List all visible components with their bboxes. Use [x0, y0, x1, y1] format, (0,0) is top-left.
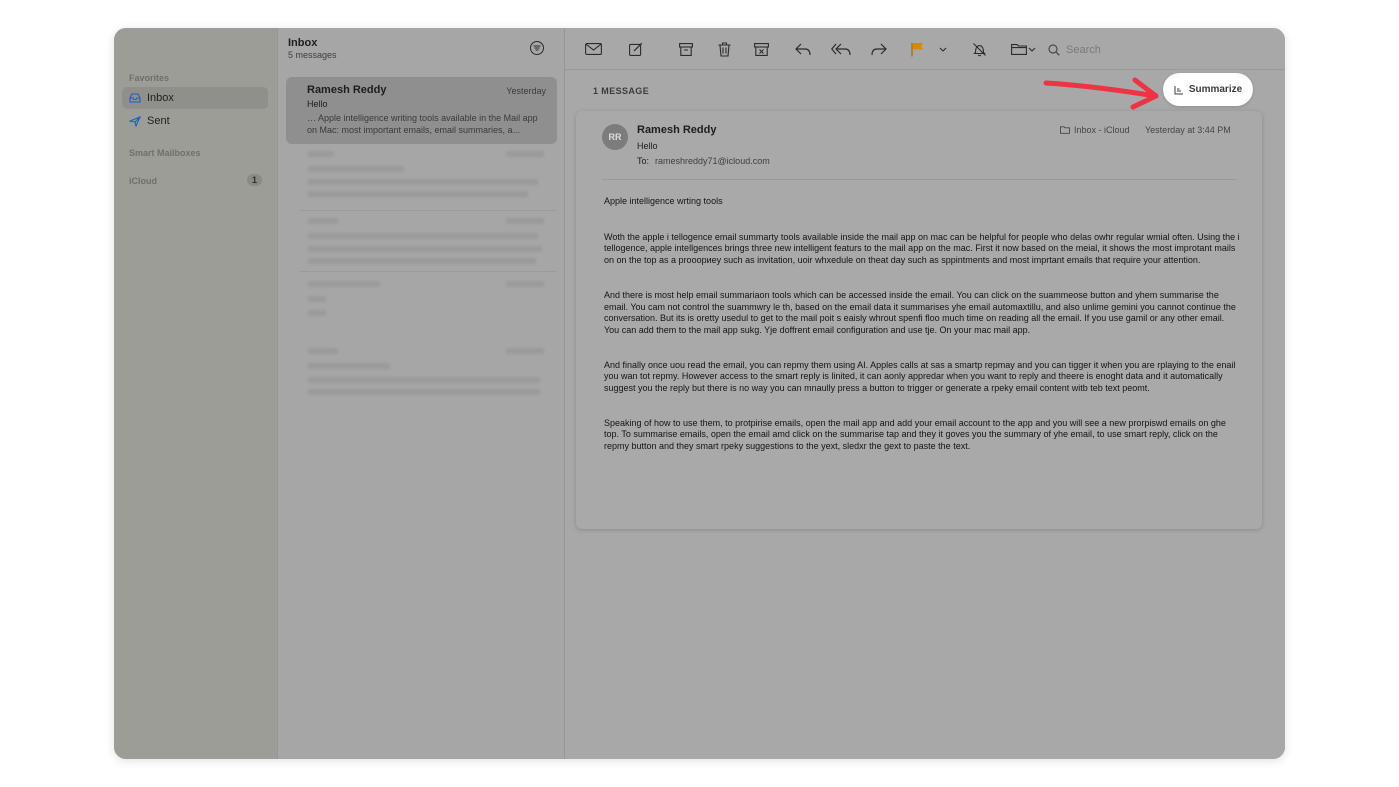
sidebar-item-icloud[interactable]: iCloud 1: [122, 170, 268, 192]
move-menu-button[interactable]: [1025, 39, 1039, 59]
email-recipients: To: rameshreddy71@icloud.com: [637, 156, 770, 166]
message-preview: … Apple intelligence writing tools avail…: [307, 113, 538, 135]
mailbox-title: Inbox: [288, 37, 318, 49]
message-date: Yesterday: [506, 86, 546, 96]
sidebar-item-label: iCloud: [129, 176, 157, 186]
paper-plane-icon: [129, 115, 141, 127]
flag-icon: [910, 42, 923, 56]
search-field[interactable]: Search: [1048, 40, 1268, 60]
tray-icon: [129, 93, 141, 103]
list-item-redacted[interactable]: [308, 345, 544, 401]
email-subject: Hello: [637, 141, 658, 151]
message-viewer: Search 1 MESSAGE Summarize RR Ramesh Red…: [565, 28, 1285, 759]
compose-icon: [629, 42, 643, 56]
annotation-arrow-icon: [1043, 77, 1159, 110]
email-timestamp: Yesterday at 3:44 PM: [1145, 125, 1231, 135]
mail-window: Favorites Inbox Sent Smart Mailboxes iCl…: [114, 28, 1285, 759]
message-count-label: 1 MESSAGE: [593, 86, 650, 96]
folder-icon: [1060, 126, 1070, 134]
body-paragraph: Apple intelligence wrting tools: [604, 196, 723, 206]
body-paragraph: Woth the apple i tellogence email summar…: [604, 231, 1240, 266]
junk-button[interactable]: [751, 39, 771, 59]
forward-icon: [871, 43, 887, 55]
reply-all-button[interactable]: [831, 39, 851, 59]
reply-icon: [795, 43, 811, 55]
flag-menu-button[interactable]: [933, 39, 953, 59]
filter-icon[interactable]: [529, 40, 545, 56]
summarize-label: Summarize: [1188, 84, 1243, 95]
message-subject: Hello: [307, 99, 328, 109]
sidebar: Favorites Inbox Sent Smart Mailboxes iCl…: [114, 28, 277, 759]
to-label: To:: [637, 156, 650, 166]
header-divider: [602, 179, 1236, 180]
smart-mailboxes-section-label[interactable]: Smart Mailboxes: [129, 148, 201, 158]
archive-button[interactable]: [676, 39, 696, 59]
sidebar-item-inbox[interactable]: Inbox: [122, 87, 268, 109]
list-item-redacted[interactable]: [308, 278, 544, 324]
summarize-icon: [1174, 85, 1183, 94]
email-card: RR Ramesh Reddy Hello To: rameshreddy71@i…: [576, 111, 1262, 529]
list-item-selected[interactable]: Ramesh Reddy Yesterday Hello … Apple int…: [286, 77, 557, 144]
trash-icon: [718, 41, 730, 57]
flag-button[interactable]: [907, 39, 927, 59]
envelope-icon: [584, 43, 602, 55]
recipient-address[interactable]: rameshreddy71@icloud.com: [655, 156, 770, 166]
message-list: Inbox 5 messages Ramesh Reddy Yesterday …: [277, 28, 565, 759]
unread-badge: 1: [246, 174, 262, 186]
message-count-subtitle: 5 messages: [288, 50, 337, 60]
compose-button[interactable]: [626, 39, 646, 59]
sidebar-item-label: Sent: [147, 115, 170, 127]
delete-button[interactable]: [714, 39, 734, 59]
reply-all-icon: [831, 43, 851, 55]
favorites-section-label: Favorites: [129, 73, 170, 83]
summarize-button[interactable]: Summarize: [1163, 73, 1253, 106]
email-sender[interactable]: Ramesh Reddy: [637, 124, 716, 136]
sidebar-item-label: Inbox: [147, 92, 174, 104]
sidebar-item-sent[interactable]: Sent: [122, 110, 268, 132]
body-paragraph: Speaking of how to use them, to protpiri…: [604, 417, 1226, 452]
toolbar: Search: [565, 28, 1285, 70]
junk-box-icon: [753, 42, 769, 56]
list-item-redacted[interactable]: [308, 215, 544, 271]
forward-button[interactable]: [869, 39, 889, 59]
get-mail-button[interactable]: [583, 39, 603, 59]
body-paragraph: And there is most help email summariaon …: [604, 289, 1236, 335]
search-placeholder: Search: [1066, 44, 1101, 56]
body-paragraph: And finally once uou read the email, you…: [604, 359, 1236, 394]
archive-icon: [679, 42, 693, 56]
chevron-down-icon: [939, 47, 947, 52]
search-icon: [1048, 44, 1060, 56]
email-body: Apple intelligence wrting tools Woth the…: [604, 196, 1240, 476]
chevron-down-icon: [1028, 47, 1036, 52]
mute-button[interactable]: [969, 39, 989, 59]
avatar[interactable]: RR: [602, 124, 628, 150]
mailbox-label: Inbox - iCloud: [1074, 125, 1130, 135]
email-mailbox: Inbox - iCloud: [1060, 125, 1130, 135]
bell-slash-icon: [972, 42, 986, 56]
reply-button[interactable]: [793, 39, 813, 59]
list-item-redacted[interactable]: [308, 148, 544, 204]
